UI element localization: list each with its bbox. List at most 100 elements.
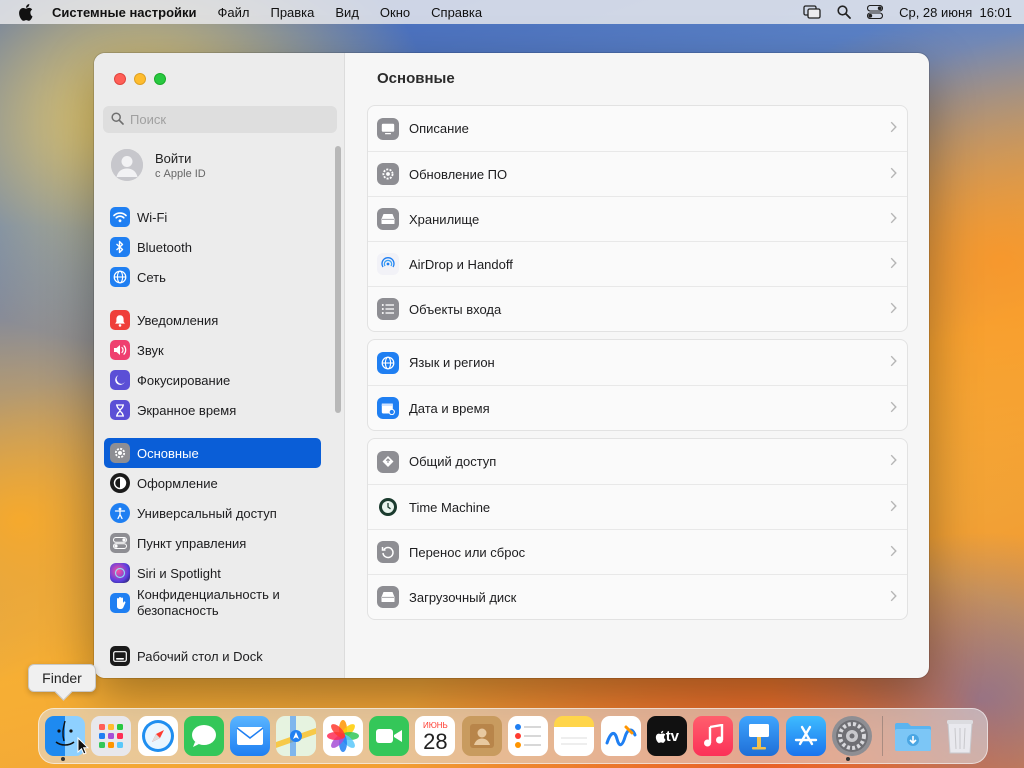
sidebar-scrollbar[interactable] <box>335 146 341 413</box>
menu-view[interactable]: Вид <box>335 5 359 20</box>
row-startup-disk[interactable]: Загрузочный диск <box>368 574 907 619</box>
dock-launchpad-icon[interactable] <box>91 716 132 756</box>
sharing-icon <box>377 450 399 473</box>
menu-app-name[interactable]: Системные настройки <box>52 5 197 20</box>
menu-window[interactable]: Окно <box>380 5 410 20</box>
row-label: Хранилище <box>409 211 480 227</box>
spotlight-search-icon[interactable] <box>837 5 851 19</box>
globe-icon <box>377 351 399 374</box>
dock-mail-icon[interactable] <box>230 716 271 756</box>
reset-icon <box>377 541 399 563</box>
control-center-icon[interactable] <box>867 5 884 19</box>
row-label: Time Machine <box>409 499 491 515</box>
sidebar-item-label: Звук <box>137 342 164 358</box>
dock-system-settings-icon[interactable] <box>832 716 873 756</box>
row-date-time[interactable]: Дата и время <box>368 385 907 430</box>
sidebar-item-bluetooth[interactable]: Bluetooth <box>104 232 321 262</box>
sidebar-item-focus[interactable]: Фокусирование <box>104 365 321 395</box>
chevron-right-icon <box>890 590 897 605</box>
dock-trash-icon[interactable] <box>940 716 980 756</box>
sidebar-item-wifi[interactable]: Wi-Fi <box>104 202 321 232</box>
desktop-dock-icon <box>110 646 130 666</box>
settings-group-locale: Язык и регион Дата и время <box>367 339 908 431</box>
sidebar-item-label: Фокусирование <box>137 372 231 388</box>
gear-icon <box>110 443 130 463</box>
apple-id-sign-in[interactable]: Войти с Apple ID <box>111 149 206 181</box>
display-icon <box>377 117 399 140</box>
sidebar-item-label: Wi-Fi <box>137 209 168 225</box>
chevron-right-icon <box>890 302 897 317</box>
sidebar-item-screen-time[interactable]: Экранное время <box>104 395 321 425</box>
row-time-machine[interactable]: Time Machine <box>368 484 907 529</box>
chevron-right-icon <box>890 167 897 182</box>
disk-icon <box>377 586 399 608</box>
search-input[interactable] <box>130 112 320 127</box>
dock-freeform-icon[interactable] <box>600 716 641 756</box>
dock-music-icon[interactable] <box>693 716 734 756</box>
screen-mirroring-icon[interactable] <box>803 5 821 19</box>
dock-keynote-icon[interactable] <box>739 716 780 756</box>
menu-file[interactable]: Файл <box>218 5 250 20</box>
dock-safari-icon[interactable] <box>137 716 178 756</box>
menu-help[interactable]: Справка <box>431 5 482 20</box>
dock-maps-icon[interactable] <box>276 716 317 756</box>
chevron-right-icon <box>890 500 897 515</box>
dock-app-store-icon[interactable] <box>785 716 826 756</box>
close-button[interactable] <box>114 73 126 85</box>
row-label: Загрузочный диск <box>409 589 517 605</box>
bluetooth-icon <box>110 237 130 257</box>
accessibility-icon <box>110 503 130 523</box>
sidebar-item-sound[interactable]: Звук <box>104 335 321 365</box>
row-label: Перенос или сброс <box>409 544 526 560</box>
dock-running-indicator <box>846 757 850 761</box>
minimize-button[interactable] <box>134 73 146 85</box>
dock-calendar-icon[interactable]: ИЮНЬ 28 <box>415 716 456 756</box>
zoom-button[interactable] <box>154 73 166 85</box>
sign-in-title: Войти <box>155 150 192 166</box>
sidebar-item-appearance[interactable]: Оформление <box>104 468 321 498</box>
menu-clock[interactable]: Ср, 28 июня 16:01 <box>899 5 1012 20</box>
sidebar-item-label: Рабочий стол и Dock <box>137 648 263 664</box>
dock-messages-icon[interactable] <box>183 716 224 756</box>
menu-bar: Системные настройки Файл Правка Вид Окно… <box>0 0 1024 24</box>
sidebar-item-label: Siri и Spotlight <box>137 565 221 581</box>
dock-photos-icon[interactable] <box>322 716 363 756</box>
sidebar-item-desktop-dock[interactable]: Рабочий стол и Dock <box>104 641 321 671</box>
dock-facetime-icon[interactable] <box>369 716 410 756</box>
siri-icon <box>110 563 130 583</box>
sign-in-subtitle: с Apple ID <box>155 167 206 180</box>
settings-content: Основные Описание Обновление ПО Хранилищ… <box>346 53 929 678</box>
sidebar-item-control-center[interactable]: Пункт управления <box>104 528 321 558</box>
row-software-update[interactable]: Обновление ПО <box>368 151 907 196</box>
sidebar-item-notifications[interactable]: Уведомления <box>104 305 321 335</box>
sidebar-item-accessibility[interactable]: Универсальный доступ <box>104 498 321 528</box>
sidebar-item-label: Экранное время <box>137 402 237 418</box>
dock-reminders-icon[interactable] <box>507 716 548 756</box>
speaker-icon <box>110 340 130 360</box>
row-login-items[interactable]: Объекты входа <box>368 286 907 331</box>
menu-edit[interactable]: Правка <box>270 5 314 20</box>
row-storage[interactable]: Хранилище <box>368 196 907 241</box>
row-transfer-reset[interactable]: Перенос или сброс <box>368 529 907 574</box>
time-machine-icon <box>377 496 399 518</box>
row-language-region[interactable]: Язык и регион <box>368 340 907 385</box>
row-about[interactable]: Описание <box>368 106 907 151</box>
row-airdrop-handoff[interactable]: AirDrop и Handoff <box>368 241 907 286</box>
bell-icon <box>110 310 130 330</box>
search-field[interactable] <box>103 106 337 133</box>
tv-label: tv <box>665 727 680 745</box>
dock-tv-icon[interactable]: tv <box>646 716 687 756</box>
sidebar-item-general[interactable]: Основные <box>104 438 321 468</box>
dock: ИЮНЬ 28 tv <box>38 708 988 764</box>
mouse-cursor-icon <box>77 736 90 758</box>
dock-contacts-icon[interactable] <box>461 716 502 756</box>
apple-menu-icon[interactable] <box>18 3 36 21</box>
row-sharing[interactable]: Общий доступ <box>368 439 907 484</box>
sidebar-item-privacy-security[interactable]: Конфиденциальность и безопасность <box>104 583 321 623</box>
dock-notes-icon[interactable] <box>554 716 595 756</box>
calendar-day: 28 <box>423 728 448 754</box>
dock-downloads-folder-icon[interactable] <box>893 716 933 756</box>
row-label: AirDrop и Handoff <box>409 256 513 272</box>
hand-icon <box>110 593 130 613</box>
sidebar-item-network[interactable]: Сеть <box>104 262 321 292</box>
